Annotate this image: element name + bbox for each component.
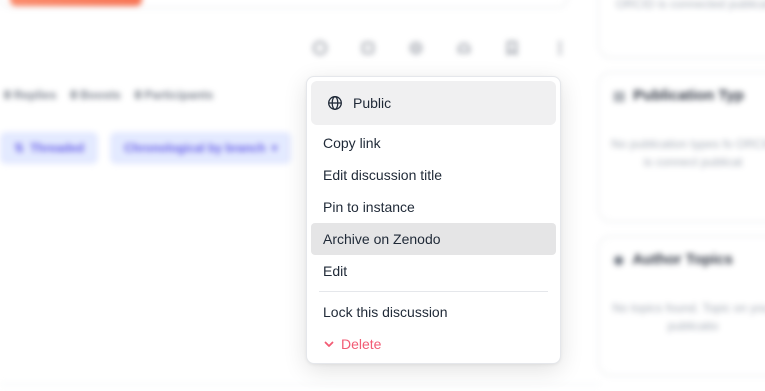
visibility-public-item[interactable]: Public — [311, 81, 556, 125]
discussion-options-menu: Public Copy link Edit discussion title P… — [306, 76, 561, 364]
archive-on-zenodo-item[interactable]: Archive on Zenodo — [311, 223, 556, 255]
delete-label: Delete — [341, 336, 382, 352]
edit-item[interactable]: Edit — [311, 255, 556, 287]
globe-icon — [328, 96, 342, 110]
delete-item[interactable]: Delete — [311, 328, 556, 360]
edit-discussion-title-item[interactable]: Edit discussion title — [311, 159, 556, 191]
lock-discussion-item[interactable]: Lock this discussion — [311, 296, 556, 328]
menu-divider — [319, 291, 548, 292]
copy-link-item[interactable]: Copy link — [311, 127, 556, 159]
chevron-down-icon — [324, 341, 334, 347]
visibility-label: Public — [353, 95, 392, 111]
pin-to-instance-item[interactable]: Pin to instance — [311, 191, 556, 223]
